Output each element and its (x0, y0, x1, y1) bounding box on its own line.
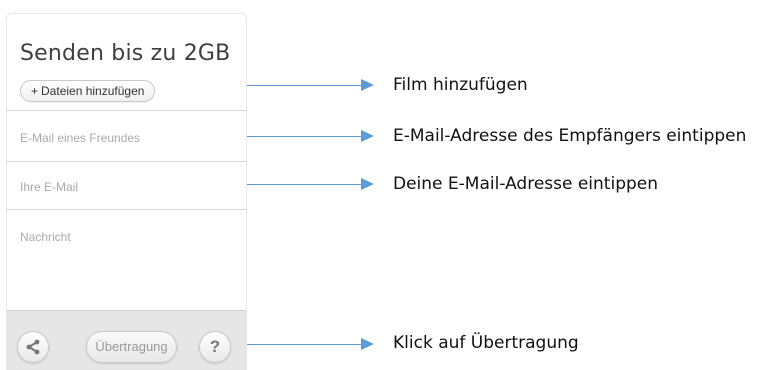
divider (7, 110, 246, 111)
annotation-arrow-icon (361, 338, 374, 350)
annotation-line (247, 136, 362, 137)
own-email-field[interactable]: Ihre E-Mail (20, 180, 78, 194)
upload-panel: Senden bis zu 2GB + Dateien hinzufügen E-… (6, 13, 247, 370)
annotation-arrow-icon (361, 178, 374, 190)
annotation-line (247, 184, 362, 185)
share-icon (26, 339, 40, 355)
divider (7, 209, 246, 210)
annotation-recipient-email: E-Mail-Adresse des Empfängers eintippen (393, 126, 747, 146)
annotation-arrow-icon (361, 130, 374, 142)
help-icon: ? (209, 337, 221, 356)
add-files-label: Dateien hinzufügen (41, 84, 145, 98)
annotation-arrow-icon (361, 79, 374, 91)
annotation-line (247, 85, 362, 86)
panel-title: Senden bis zu 2GB (20, 41, 231, 66)
annotation-own-email: Deine E-Mail-Adresse eintippen (393, 174, 659, 194)
add-files-button[interactable]: + Dateien hinzufügen (20, 80, 156, 102)
bottom-toolbar: Übertragung ? (7, 310, 246, 370)
help-button[interactable]: ? (199, 331, 231, 363)
friend-email-field[interactable]: E-Mail eines Freundes (20, 131, 140, 145)
plus-icon: + (31, 84, 39, 98)
annotation-add-film: Film hinzufügen (393, 75, 528, 95)
annotation-line (247, 344, 362, 345)
transfer-button[interactable]: Übertragung (86, 331, 177, 363)
annotation-click-transfer: Klick auf Übertragung (393, 333, 579, 353)
share-button[interactable] (17, 331, 49, 363)
message-field[interactable]: Nachricht (20, 230, 71, 244)
divider (7, 161, 246, 162)
